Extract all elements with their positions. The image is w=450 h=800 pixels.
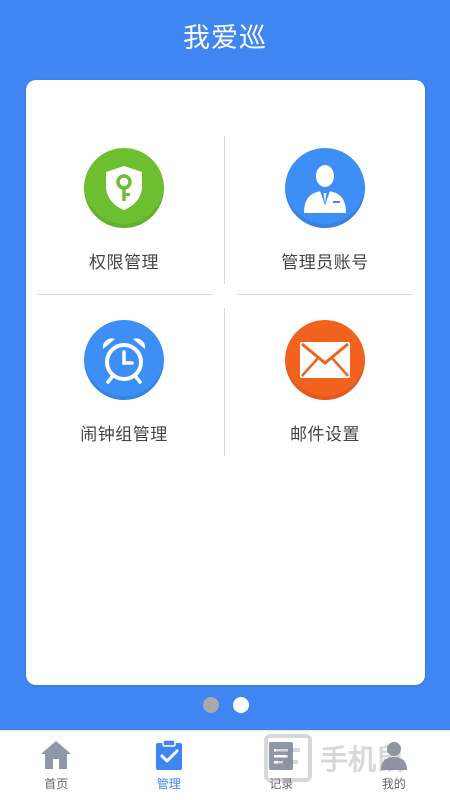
- tab-label: 我的: [381, 777, 406, 791]
- key-shield-icon: [84, 148, 164, 228]
- tile-permission-management[interactable]: 权限管理: [29, 136, 219, 286]
- page-indicator: [203, 697, 249, 713]
- tile-mail-settings[interactable]: 邮件设置: [230, 308, 420, 458]
- record-icon: [269, 742, 294, 770]
- clipboard-check-icon: [155, 739, 182, 770]
- tab-manage[interactable]: 管理: [113, 731, 226, 800]
- management-card: 权限管理 管理员账号 闹钟组管理 邮件设置: [26, 80, 425, 685]
- profile-icon: [380, 742, 407, 770]
- tab-mine[interactable]: 我的: [338, 731, 450, 800]
- tile-label: 管理员账号: [281, 253, 369, 273]
- alarm-clock-icon: [84, 320, 164, 400]
- tile-admin-account[interactable]: 管理员账号: [230, 136, 420, 286]
- tab-home[interactable]: 首页: [0, 731, 113, 800]
- grid-divider-vertical-bottom: [224, 308, 225, 456]
- envelope-icon: [285, 320, 365, 400]
- tab-label: 管理: [156, 777, 181, 791]
- tile-alarm-group-management[interactable]: 闹钟组管理: [29, 308, 219, 458]
- page-title: 我爱巡: [183, 23, 267, 54]
- tab-records[interactable]: 记录: [225, 731, 338, 800]
- tab-label: 记录: [269, 777, 294, 791]
- page-dot-2[interactable]: [233, 697, 249, 713]
- tile-label: 权限管理: [89, 253, 159, 273]
- grid-divider-horizontal-left: [38, 294, 212, 295]
- tile-label: 邮件设置: [290, 425, 360, 445]
- administrator-icon: [285, 148, 365, 228]
- home-icon: [41, 741, 72, 769]
- grid-divider-vertical-top: [224, 136, 225, 284]
- bottom-tab-bar: 首页 管理 记录 我的: [0, 730, 450, 800]
- grid-divider-horizontal-right: [238, 294, 412, 295]
- tab-label: 首页: [44, 777, 69, 791]
- page-dot-1[interactable]: [203, 697, 219, 713]
- tile-label: 闹钟组管理: [80, 425, 168, 445]
